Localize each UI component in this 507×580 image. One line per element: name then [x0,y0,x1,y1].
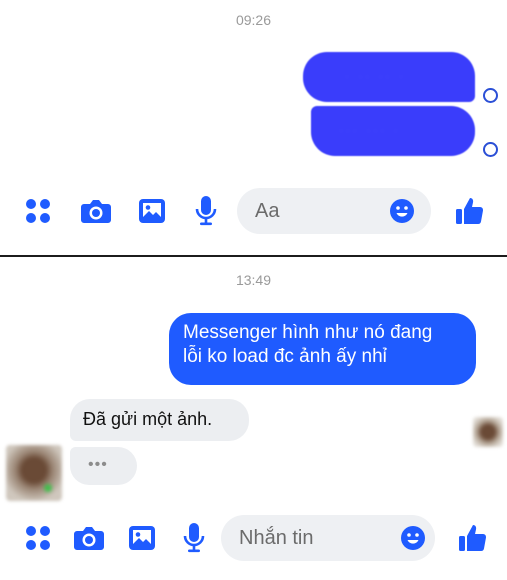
emoji-icon[interactable] [398,515,428,561]
avatar[interactable] [6,445,62,501]
message-timestamp: 13:49 [235,272,272,288]
camera-icon[interactable] [71,508,107,568]
seen-avatar [473,417,503,447]
thumbs-up-icon[interactable] [455,508,491,568]
incoming-message[interactable]: Đã gửi một ảnh. [70,399,249,441]
thumbs-up-icon[interactable] [452,181,488,241]
outgoing-message-blurred[interactable]: ··· ··· · [311,106,475,156]
composer-toolbar: Aa [0,181,507,241]
online-status-dot [44,484,52,492]
message-timestamp: 09:26 [235,12,272,28]
outgoing-message[interactable]: Messenger hình như nó đang lỗi ko load đ… [169,313,476,385]
emoji-icon[interactable] [387,188,417,234]
message-input-placeholder: Aa [255,199,280,222]
message-input-placeholder: Nhắn tin [239,526,314,549]
image-icon[interactable] [124,508,160,568]
sent-status-icon [483,88,498,103]
image-icon[interactable] [134,181,170,241]
chat-panel-top: 09:26 · ·· ·· · ··· ··· · Aa [0,0,507,255]
typing-indicator: ••• [70,447,137,485]
apps-icon[interactable] [20,181,56,241]
outgoing-message-line: lỗi ko load đc ảnh ấy nhỉ [183,346,387,367]
outgoing-message-line: Messenger hình như nó đang [183,322,433,343]
message-input[interactable]: Nhắn tin [221,515,435,561]
microphone-icon[interactable] [176,508,212,568]
apps-icon[interactable] [20,508,56,568]
sent-status-icon [483,142,498,157]
chat-panel-bottom: 13:49 Messenger hình như nó đang lỗi ko … [0,257,507,580]
outgoing-message-blurred[interactable]: · ·· ·· · [303,52,475,102]
composer-toolbar: Nhắn tin [0,508,507,568]
microphone-icon[interactable] [188,181,224,241]
camera-icon[interactable] [78,181,114,241]
message-input[interactable]: Aa [237,188,431,234]
